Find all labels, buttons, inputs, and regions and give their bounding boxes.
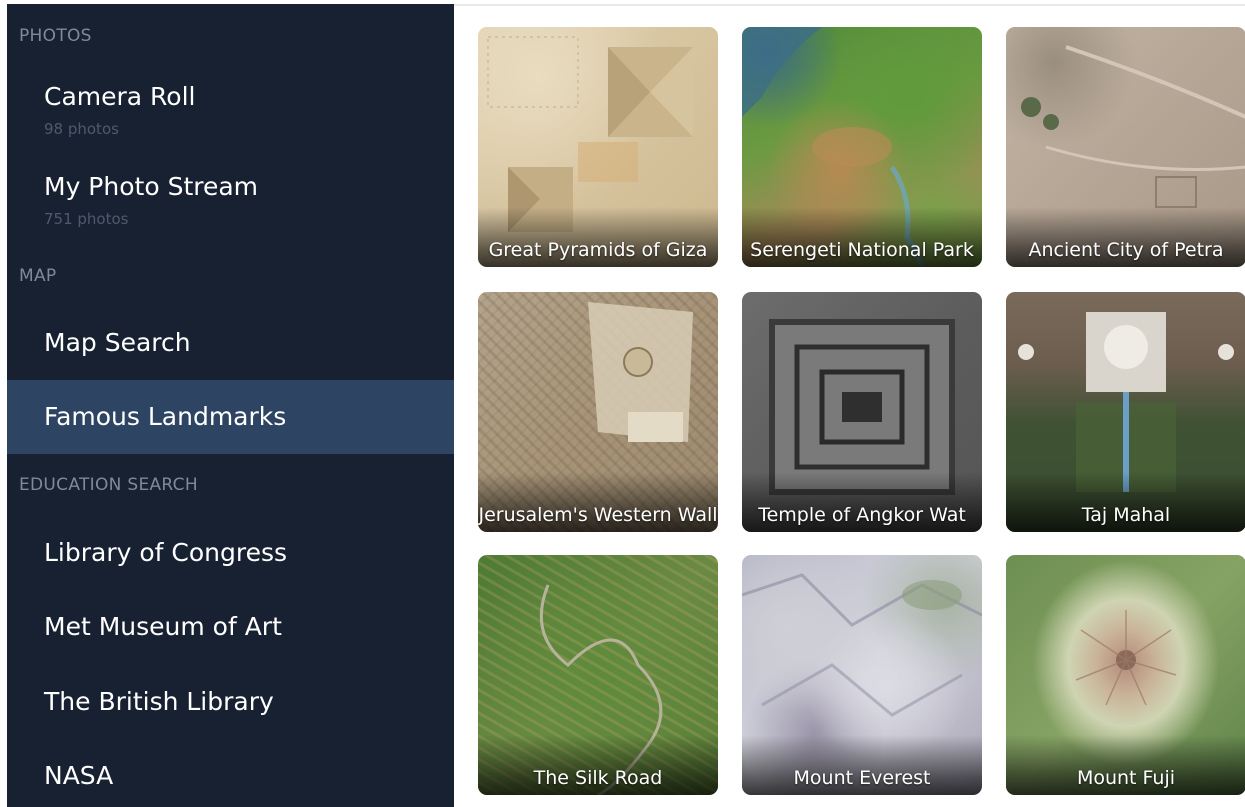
- sidebar: PHOTOS Camera Roll 98 photos My Photo St…: [7, 4, 454, 807]
- sidebar-item-label: Map Search: [44, 328, 191, 357]
- tile-caption: Mount Fuji: [1076, 767, 1176, 789]
- sidebar-item-map-search[interactable]: Map Search: [7, 306, 454, 380]
- landmark-tile-jerusalem[interactable]: Jerusalem's Western Wall: [478, 292, 718, 532]
- sidebar-item-met-museum-of-art[interactable]: Met Museum of Art: [7, 590, 454, 664]
- sidebar-item-label: Camera Roll: [44, 82, 196, 111]
- landmark-tile-taj-mahal[interactable]: Taj Mahal: [1006, 292, 1245, 532]
- section-header-map: MAP: [19, 266, 57, 286]
- section-header-education-search: EDUCATION SEARCH: [19, 475, 198, 495]
- sidebar-item-label: My Photo Stream: [44, 172, 259, 201]
- landmark-tile-giza[interactable]: Great Pyramids of Giza: [478, 27, 718, 267]
- tile-caption: The Silk Road: [533, 767, 663, 789]
- sidebar-item-famous-landmarks[interactable]: Famous Landmarks: [7, 380, 454, 454]
- sidebar-item-count: 98 photos: [44, 120, 119, 138]
- landmark-tile-mount-everest[interactable]: Mount Everest: [742, 555, 982, 795]
- sidebar-item-the-british-library[interactable]: The British Library: [7, 665, 454, 739]
- section-header-photos: PHOTOS: [19, 26, 92, 46]
- sidebar-item-label: The British Library: [44, 687, 274, 716]
- landmark-tile-serengeti[interactable]: Serengeti National Park: [742, 27, 982, 267]
- tile-caption: Great Pyramids of Giza: [488, 239, 708, 261]
- content-top-border: [454, 4, 1245, 6]
- tile-caption: Serengeti National Park: [750, 239, 974, 261]
- sidebar-item-label: Library of Congress: [44, 538, 288, 567]
- sidebar-item-label: NASA: [44, 761, 114, 790]
- landmark-tile-mount-fuji[interactable]: Mount Fuji: [1006, 555, 1245, 795]
- landmark-tile-petra[interactable]: Ancient City of Petra: [1006, 27, 1245, 267]
- tile-caption: Mount Everest: [793, 767, 931, 789]
- tile-caption: Temple of Angkor Wat: [758, 504, 966, 526]
- landmark-tile-silk-road[interactable]: The Silk Road: [478, 555, 718, 795]
- sidebar-item-nasa[interactable]: NASA: [7, 739, 454, 807]
- tile-caption: Ancient City of Petra: [1028, 239, 1224, 261]
- sidebar-item-camera-roll[interactable]: Camera Roll 98 photos: [7, 68, 454, 142]
- tile-caption: Jerusalem's Western Wall: [478, 504, 718, 526]
- sidebar-item-my-photo-stream[interactable]: My Photo Stream 751 photos: [7, 158, 454, 232]
- sidebar-item-count: 751 photos: [44, 210, 129, 228]
- sidebar-item-library-of-congress[interactable]: Library of Congress: [7, 516, 454, 590]
- sidebar-item-label: Met Museum of Art: [44, 612, 282, 641]
- sidebar-item-label: Famous Landmarks: [44, 402, 287, 431]
- landmark-tile-angkor-wat[interactable]: Temple of Angkor Wat: [742, 292, 982, 532]
- tile-caption: Taj Mahal: [1081, 504, 1171, 526]
